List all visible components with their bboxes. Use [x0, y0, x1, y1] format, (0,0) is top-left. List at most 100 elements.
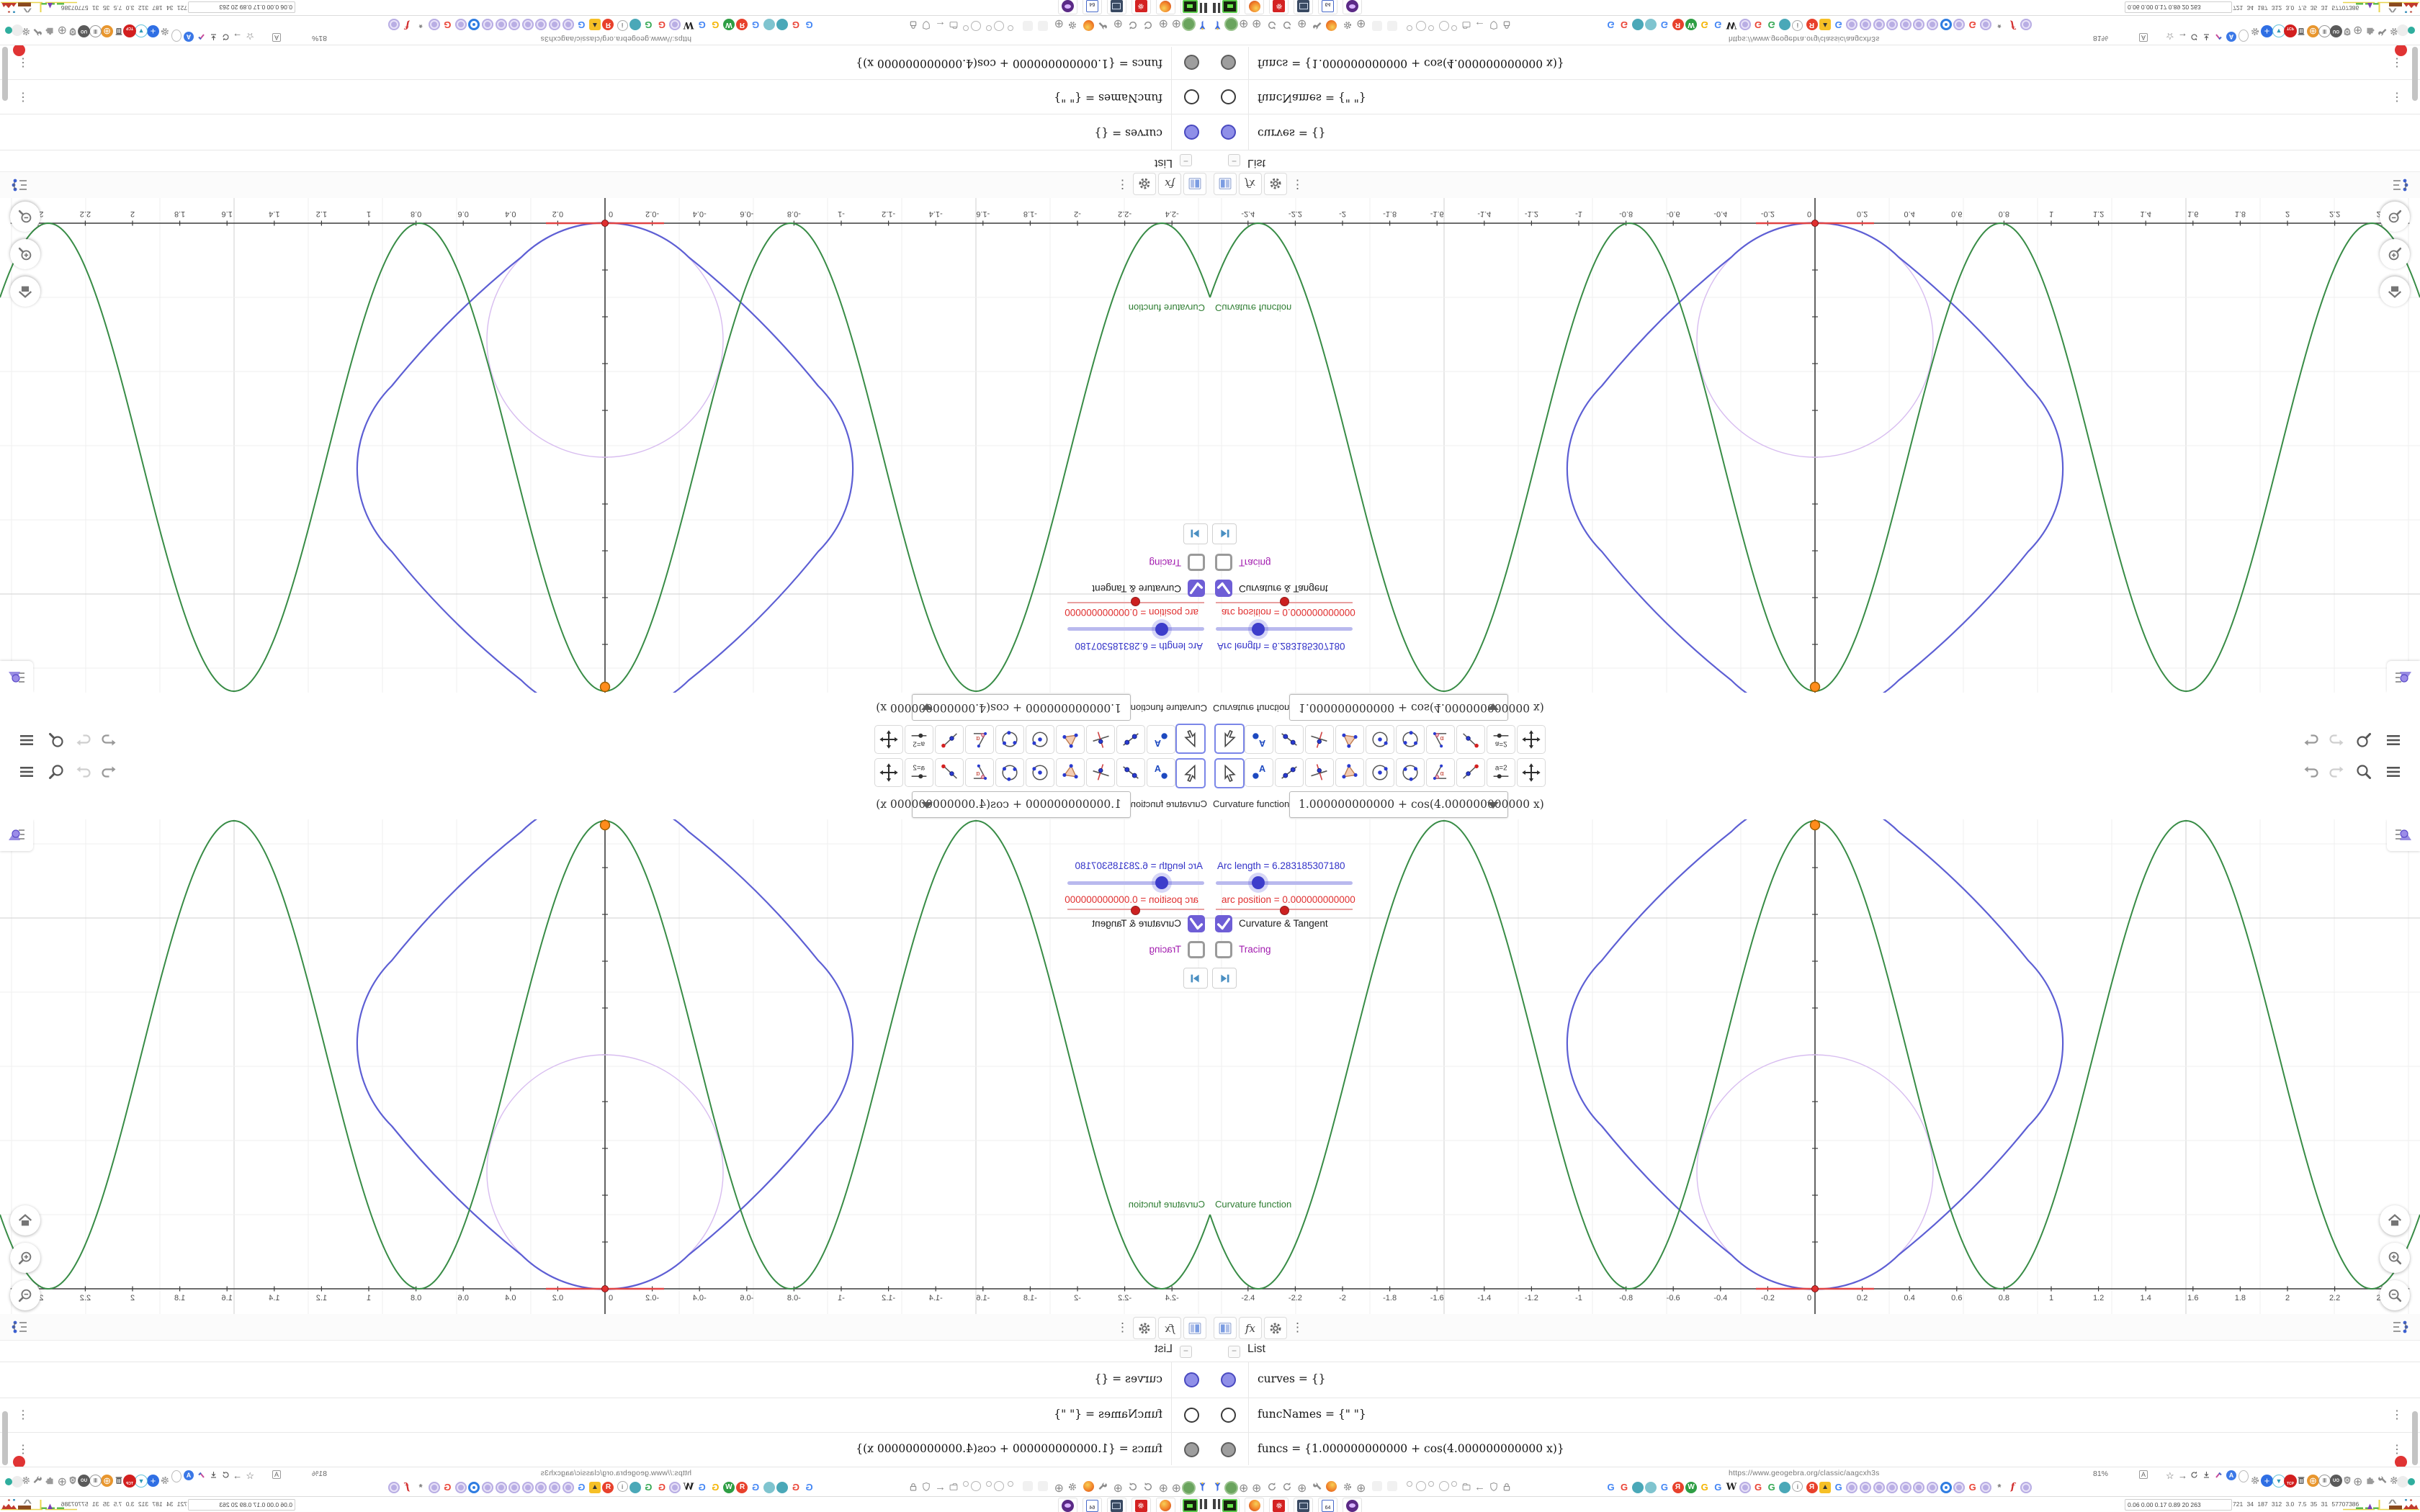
- tcp-icon[interactable]: TCP: [123, 24, 136, 37]
- bookmark-favicon[interactable]: G: [642, 19, 655, 31]
- circ-icon[interactable]: [1416, 1481, 1426, 1491]
- home-button[interactable]: [2380, 276, 2410, 307]
- palesq-icon[interactable]: [1372, 21, 1382, 31]
- bookmark-favicon[interactable]: W: [1725, 1481, 1737, 1493]
- bookmark-favicon[interactable]: [535, 1481, 547, 1493]
- taskbar-app-purple-cat[interactable]: [1058, 1498, 1077, 1512]
- bookmark-favicon[interactable]: [1926, 19, 1938, 31]
- firefox-icon[interactable]: [1083, 1481, 1094, 1492]
- arc-length-slider-knob[interactable]: [1252, 876, 1265, 889]
- bookmark-favicon[interactable]: [468, 19, 480, 31]
- tool-move-graphics-view[interactable]: [874, 758, 903, 787]
- bookmark-favicon[interactable]: [1926, 1481, 1938, 1493]
- taskbar-app-screenshot-monitor[interactable]: [1107, 0, 1126, 14]
- firefox-icon[interactable]: [1326, 1481, 1337, 1492]
- algebra-style-icon[interactable]: [9, 171, 30, 196]
- algebra-row-funcs[interactable]: funcs = {1.000000000000 + cos(4.00000000…: [856, 1442, 1162, 1455]
- bookmark-favicon[interactable]: G: [1605, 1481, 1617, 1493]
- zoom-in-button[interactable]: [2380, 1243, 2410, 1273]
- bookmark-favicon[interactable]: W: [1725, 19, 1737, 31]
- bookmark-favicon[interactable]: G: [1658, 1481, 1670, 1493]
- zoom-out-button[interactable]: [2380, 1280, 2410, 1310]
- dot-icon[interactable]: [1008, 1481, 1013, 1487]
- oval-icon[interactable]: [2238, 1470, 2249, 1482]
- split-view-icon[interactable]: [1183, 173, 1206, 195]
- list-collapse-button[interactable]: −: [1180, 1346, 1192, 1358]
- palesq-icon[interactable]: [1387, 1481, 1397, 1491]
- arc-length-slider[interactable]: [1216, 623, 1353, 636]
- bookmark-favicon[interactable]: G: [1832, 1481, 1845, 1493]
- uo-icon[interactable]: UO: [78, 1475, 90, 1487]
- play-step-button[interactable]: [1183, 523, 1208, 544]
- bookmark-favicon[interactable]: G: [1712, 1481, 1724, 1493]
- tealdown-icon[interactable]: ▼: [135, 1475, 148, 1488]
- tool-perpendicular-line[interactable]: [1086, 758, 1115, 787]
- puzzle-icon[interactable]: [45, 27, 55, 37]
- redoarc-icon[interactable]: [1127, 1481, 1139, 1493]
- globe-icon[interactable]: ⊕: [1356, 17, 1366, 31]
- bookmark-favicon[interactable]: Я: [736, 19, 748, 31]
- bookmark-favicon[interactable]: *: [1993, 19, 2005, 31]
- tool-move[interactable]: [1214, 758, 1245, 788]
- globe-icon[interactable]: ⊕: [2353, 1475, 2362, 1489]
- bookmark-favicon[interactable]: [1859, 19, 1871, 31]
- abox-icon[interactable]: A: [2139, 1470, 2148, 1479]
- uo-icon[interactable]: UO: [2330, 25, 2342, 37]
- taskbar-app-red-gear[interactable]: [1131, 0, 1151, 14]
- row-menu-icon[interactable]: ⋮: [17, 1442, 29, 1457]
- list-collapse-button[interactable]: −: [1228, 154, 1240, 166]
- tool-move[interactable]: [1175, 724, 1206, 754]
- tool-move-graphics-view[interactable]: [1517, 758, 1546, 787]
- bookmark-favicon[interactable]: W: [683, 19, 695, 31]
- bookmark-favicon[interactable]: G: [1712, 19, 1724, 31]
- bookmark-favicon[interactable]: [1873, 19, 1885, 31]
- graphics-stylebar-button[interactable]: [2387, 819, 2420, 851]
- algebra-row-funcs[interactable]: funcs = {1.000000000000 + cos(4.00000000…: [856, 57, 1162, 70]
- redoarc-icon[interactable]: [1127, 19, 1139, 31]
- redo-icon[interactable]: [74, 731, 93, 750]
- tool-angle[interactable]: [1426, 725, 1455, 754]
- url-text[interactable]: https://www.geogebra.org/classic/aagcxh3…: [1729, 1469, 1880, 1477]
- zoom-out-button[interactable]: [2380, 202, 2410, 232]
- curvature-function-dropdown[interactable]: 1.000000000000 + cos(4.000000000000 x): [876, 791, 1131, 818]
- bookmark-favicon[interactable]: G: [1966, 19, 1978, 31]
- lock-icon[interactable]: [908, 19, 919, 31]
- curvature-tangent-checkbox[interactable]: [1188, 580, 1205, 597]
- dot-icon[interactable]: [1407, 25, 1412, 31]
- globe-icon[interactable]: ⊕: [1239, 1481, 1248, 1495]
- bookmark-favicon[interactable]: G: [750, 19, 762, 31]
- tool-point-on-object[interactable]: [1456, 725, 1485, 754]
- bookmark-favicon[interactable]: [468, 1481, 480, 1493]
- firefox-icon[interactable]: [1083, 20, 1094, 31]
- undo-icon[interactable]: [99, 731, 118, 750]
- dot-icon[interactable]: [963, 1481, 969, 1487]
- wrench-icon[interactable]: [2377, 1475, 2388, 1486]
- shieldem-icon[interactable]: [67, 1475, 79, 1486]
- oval-icon[interactable]: [2238, 30, 2249, 42]
- row-menu-icon[interactable]: ⋮: [2391, 90, 2403, 104]
- kebab-icon[interactable]: ⋮: [1116, 1320, 1129, 1335]
- fx-icon[interactable]: fx: [1158, 173, 1181, 195]
- fwd-icon[interactable]: →: [2178, 1470, 2187, 1481]
- palesq-icon[interactable]: [1387, 21, 1397, 31]
- bookmark-favicon[interactable]: [1779, 19, 1791, 31]
- bookmark-favicon[interactable]: *: [415, 19, 427, 31]
- bookmark-favicon[interactable]: G: [1698, 19, 1711, 31]
- reload-icon[interactable]: [221, 32, 230, 42]
- taskbar-app-terminal[interactable]: [1220, 0, 1240, 14]
- globe-icon[interactable]: ⊕: [1239, 17, 1248, 31]
- pin-icon[interactable]: [1211, 19, 1224, 31]
- download-icon[interactable]: [209, 32, 218, 42]
- globe-icon[interactable]: ⊕: [1252, 17, 1261, 31]
- kebab-icon[interactable]: ⋮: [1116, 177, 1129, 192]
- bookmark-favicon[interactable]: [454, 1481, 467, 1493]
- translate-icon[interactable]: A: [2226, 32, 2236, 42]
- dot-icon[interactable]: [1407, 1481, 1412, 1487]
- zoom-in-button[interactable]: [10, 239, 40, 269]
- globe-icon[interactable]: ⊕: [1297, 17, 1307, 31]
- settings-gear-icon[interactable]: [1133, 1317, 1156, 1339]
- visibility-marble-funcNames[interactable]: [1221, 1408, 1236, 1423]
- bookmark-favicon[interactable]: Я: [1806, 19, 1818, 31]
- download-icon[interactable]: [209, 1470, 218, 1480]
- row-menu-icon[interactable]: ⋮: [2391, 1442, 2403, 1457]
